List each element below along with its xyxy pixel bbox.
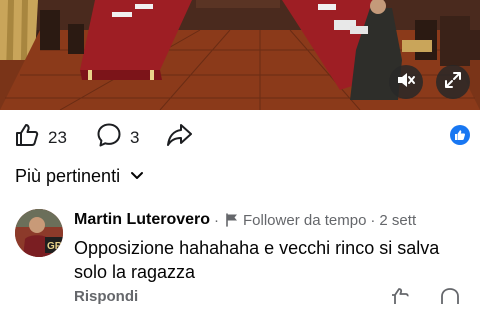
speech-bubble-icon xyxy=(96,122,122,153)
comment-button[interactable]: 3 xyxy=(96,122,139,153)
comment-like-button[interactable] xyxy=(390,288,412,309)
separator: · xyxy=(214,211,220,229)
comment-item: GR Martin Luterovero · Follower da tempo… xyxy=(0,204,480,305)
like-count: 23 xyxy=(48,127,67,147)
separator: · xyxy=(370,211,376,229)
avatar[interactable]: GR xyxy=(15,209,63,257)
post-actions-bar: 23 3 xyxy=(0,118,480,154)
comment-meta: Martin Luterovero · Follower da tempo · … xyxy=(74,210,474,230)
video-player[interactable] xyxy=(0,0,480,110)
comment-time: 2 sett xyxy=(379,211,417,229)
svg-text:GR: GR xyxy=(47,241,63,252)
mute-button[interactable] xyxy=(389,65,423,99)
like-button[interactable]: 23 xyxy=(14,122,67,153)
fullscreen-button[interactable] xyxy=(436,65,470,99)
sort-label: Più pertinenti xyxy=(15,166,121,186)
speaker-muted-icon xyxy=(396,71,416,94)
flag-icon xyxy=(225,213,239,227)
comment-body: Martin Luterovero · Follower da tempo · … xyxy=(74,210,474,284)
reply-button[interactable]: Rispondi xyxy=(74,288,138,305)
comment-count: 3 xyxy=(130,127,140,147)
share-button[interactable] xyxy=(166,122,194,153)
comment-text: Opposizione hahahaha e vecchi rinco si s… xyxy=(74,238,440,282)
thumbs-up-icon xyxy=(14,122,40,153)
chevron-down-icon xyxy=(130,168,144,186)
like-reaction-icon xyxy=(450,125,470,145)
comment-author[interactable]: Martin Luterovero xyxy=(74,211,210,229)
expand-icon xyxy=(444,71,462,94)
comment-sort-dropdown[interactable]: Più pertinenti xyxy=(15,166,144,187)
share-arrow-icon xyxy=(166,122,194,153)
comment-reply-bubble[interactable] xyxy=(440,288,460,309)
follower-badge: Follower da tempo xyxy=(243,211,367,229)
